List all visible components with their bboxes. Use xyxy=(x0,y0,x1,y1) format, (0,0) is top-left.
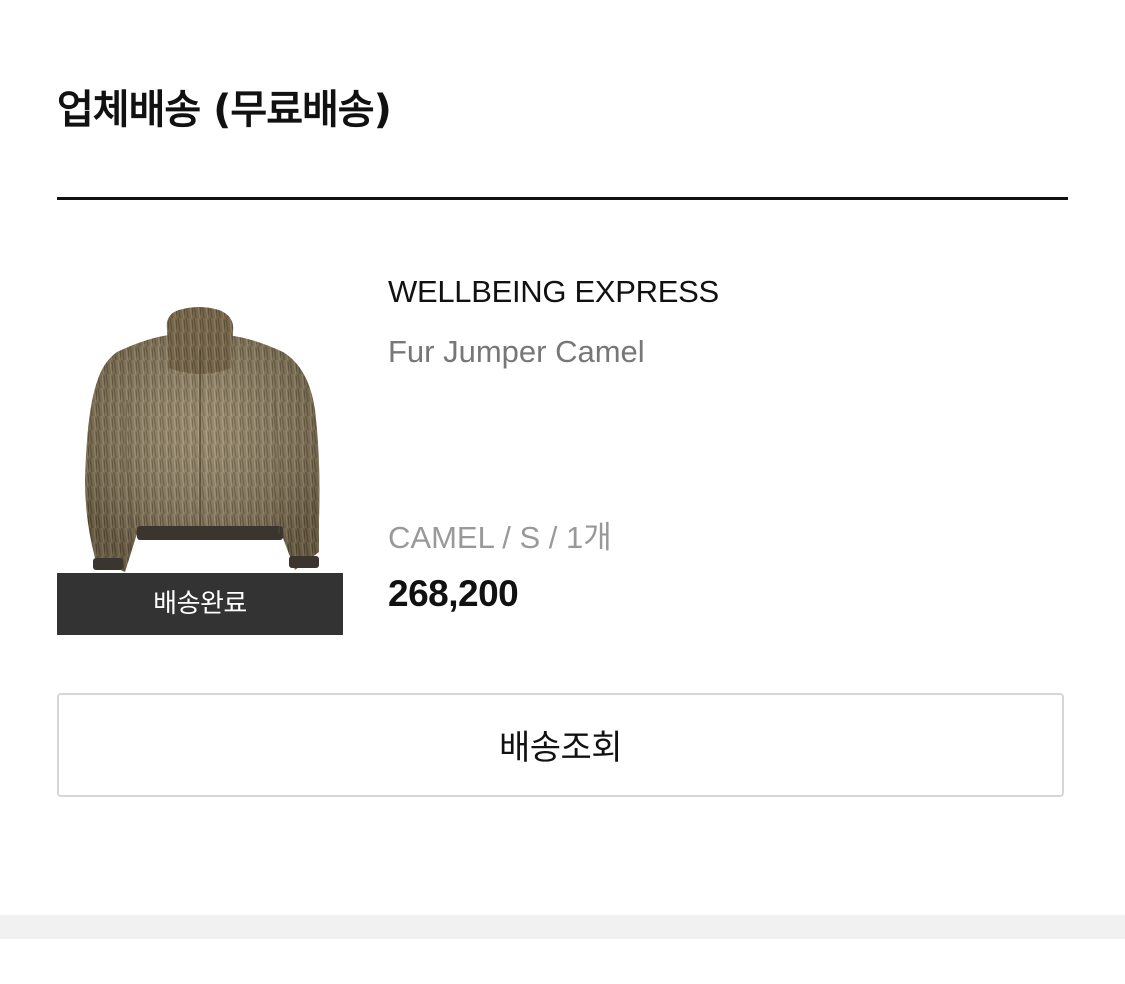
track-delivery-button[interactable]: 배송조회 xyxy=(57,693,1064,797)
order-detail-page: 업체배송 (무료배송) 배송완료 WELLBEING EXPRESS Fur J… xyxy=(0,0,1125,984)
section-divider-line xyxy=(57,197,1068,200)
product-name[interactable]: Fur Jumper Camel xyxy=(388,328,645,376)
product-price: 268,200 xyxy=(388,573,519,614)
brand-name[interactable]: WELLBEING EXPRESS xyxy=(388,268,719,316)
section-gap-divider xyxy=(0,915,1125,939)
product-thumbnail[interactable]: 배송완료 xyxy=(57,290,343,635)
product-option: CAMEL / S / 1개 xyxy=(388,520,612,555)
delivery-section-title: 업체배송 (무료배송) xyxy=(57,87,392,133)
delivery-status-badge: 배송완료 xyxy=(57,573,343,635)
